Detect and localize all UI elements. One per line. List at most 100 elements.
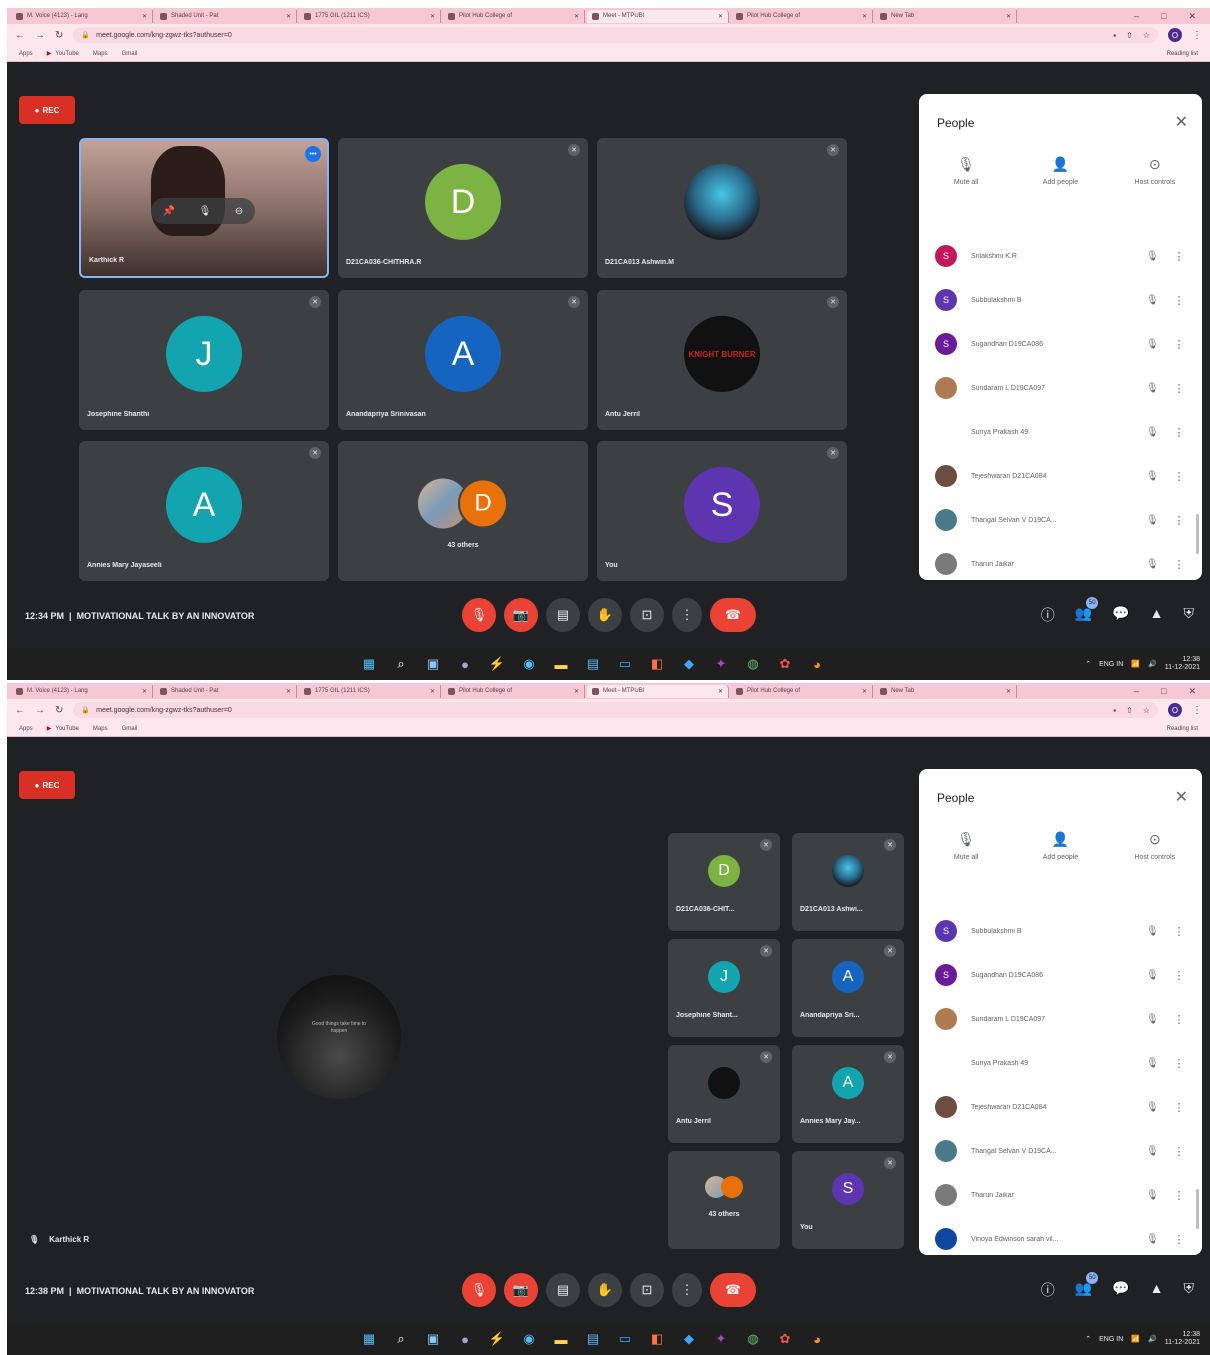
tab-close-icon[interactable]: ✕ xyxy=(142,688,147,695)
browser-tab[interactable]: 1775 GIL (1211 ICS) ✕ xyxy=(299,9,441,23)
scrollbar[interactable] xyxy=(1196,514,1199,554)
chrome-icon[interactable]: ◍ xyxy=(743,654,763,674)
more-vert-icon[interactable]: ⋮ xyxy=(1172,1145,1186,1158)
tile-more-icon[interactable]: ••• xyxy=(305,146,321,162)
store-icon[interactable]: ▤ xyxy=(583,654,603,674)
volume-icon[interactable]: 🔊 xyxy=(1148,660,1157,668)
maximize-icon[interactable]: □ xyxy=(1161,686,1166,697)
others-tile[interactable]: D 43 others xyxy=(338,441,588,581)
browser-tab[interactable]: Shaded Unit - Pat ✕ xyxy=(155,9,297,23)
more-vert-icon[interactable]: ⋮ xyxy=(1172,294,1186,307)
mic-off-icon[interactable]: 🎙 xyxy=(1146,1190,1172,1201)
close-window-icon[interactable]: ✕ xyxy=(1188,11,1196,22)
profile-avatar[interactable]: O xyxy=(1168,703,1182,717)
add-people-button[interactable]: 👤 Add people xyxy=(1013,156,1107,186)
tab-close-icon[interactable]: ✕ xyxy=(574,688,579,695)
browser-tab[interactable]: Pilot Hub College of ✕ xyxy=(731,9,873,23)
participant-row[interactable]: Tharun Jaikar 🎙 ⋮ xyxy=(919,1173,1202,1217)
browser-tab[interactable]: M. Voice (4123) - Lang ✕ xyxy=(11,9,153,23)
host-controls-icon[interactable]: ⛨ xyxy=(1184,1280,1195,1300)
end-call-button[interactable]: ☎ xyxy=(710,598,756,632)
mic-off-icon[interactable]: 🎙 xyxy=(1146,515,1172,526)
tray-expand-icon[interactable]: ⌃ xyxy=(1085,1335,1091,1343)
chat-app-icon[interactable]: ● xyxy=(455,654,475,674)
close-icon[interactable]: ✕ xyxy=(1175,112,1188,132)
mic-icon[interactable]: 🎙 xyxy=(199,206,212,217)
more-vert-icon[interactable]: ⋮ xyxy=(1172,338,1186,351)
back-icon[interactable]: ← xyxy=(15,705,25,716)
more-vert-icon[interactable]: ⋮ xyxy=(1172,1189,1186,1202)
mic-off-icon[interactable]: 🎙 xyxy=(1146,339,1172,350)
participant-row[interactable]: Suriya Prakash 49 🎙 ⋮ xyxy=(919,410,1202,454)
file-explorer-icon[interactable]: ▬ xyxy=(551,1329,571,1349)
more-vert-icon[interactable]: ⋮ xyxy=(1172,925,1186,938)
reading-list[interactable]: Reading list xyxy=(1167,726,1198,732)
bookmark-star-icon[interactable]: ☆ xyxy=(1143,31,1150,40)
tab-close-icon[interactable]: ✕ xyxy=(862,13,867,20)
tab-close-icon[interactable]: ✕ xyxy=(718,688,723,695)
participant-tile-you[interactable]: ✕ S You xyxy=(792,1151,904,1249)
app-icon[interactable]: ◕ xyxy=(807,1329,827,1349)
more-options-icon[interactable]: ⊖ xyxy=(235,206,243,217)
mic-off-icon[interactable]: 🎙 xyxy=(1146,251,1172,262)
minimize-icon[interactable]: – xyxy=(1134,11,1139,22)
mail-icon[interactable]: ▭ xyxy=(615,654,635,674)
add-people-button[interactable]: 👤 Add people xyxy=(1013,831,1107,861)
people-button[interactable]: 👥 50 xyxy=(1075,1272,1099,1300)
url-input[interactable]: 🔒 meet.google.com/kng-zgwz-tks?authuser=… xyxy=(73,702,1158,718)
participant-row[interactable]: S Subbulakshmi B 🎙 ⋮ xyxy=(919,909,1202,953)
search-icon[interactable]: ⌕ xyxy=(391,654,411,674)
tab-close-icon[interactable]: ✕ xyxy=(430,688,435,695)
more-vert-icon[interactable]: ⋮ xyxy=(1172,470,1186,483)
participant-row[interactable]: Tejeshwaran D21CA084 🎙 ⋮ xyxy=(919,454,1202,498)
more-options-button[interactable]: ⋮ xyxy=(672,1273,702,1307)
participant-tile[interactable]: ✕ D D21CA036-CHIT... xyxy=(668,833,780,931)
camera-toggle-button[interactable]: 📷 xyxy=(504,1273,538,1307)
edge-icon[interactable]: ◉ xyxy=(519,1329,539,1349)
bookmark-apps[interactable]: Apps xyxy=(19,726,33,732)
scrollbar[interactable] xyxy=(1196,1189,1199,1229)
participant-tile[interactable]: ✕ J Josephine Shanthi xyxy=(79,290,329,430)
app-icon[interactable]: ✦ xyxy=(711,1329,731,1349)
mic-off-icon[interactable]: 🎙 xyxy=(1146,383,1172,394)
participant-row[interactable]: Tejeshwaran D21CA084 🎙 ⋮ xyxy=(919,1085,1202,1129)
more-vert-icon[interactable]: ⋮ xyxy=(1172,1057,1186,1070)
browser-menu-icon[interactable]: ⋮ xyxy=(1192,705,1202,716)
participant-row[interactable]: Suriya Prakash 49 🎙 ⋮ xyxy=(919,1041,1202,1085)
bookmark-apps[interactable]: Apps xyxy=(19,51,33,57)
participant-tile[interactable]: ✕ D21CA013 Ashwi... xyxy=(792,833,904,931)
host-controls-button[interactable]: ⊙ Host controls xyxy=(1108,831,1202,861)
office-icon[interactable]: ◧ xyxy=(647,1329,667,1349)
participant-tile-you[interactable]: ✕ S You xyxy=(597,441,847,581)
mic-off-icon[interactable]: 🎙 xyxy=(1146,1234,1172,1245)
reload-icon[interactable]: ↻ xyxy=(55,30,63,41)
bookmark-youtube[interactable]: YouTube xyxy=(55,726,79,732)
file-explorer-icon[interactable]: ▬ xyxy=(551,654,571,674)
raise-hand-button[interactable]: ✋ xyxy=(588,598,622,632)
end-call-button[interactable]: ☎ xyxy=(710,1273,756,1307)
close-window-icon[interactable]: ✕ xyxy=(1188,686,1196,697)
chat-icon[interactable]: 💬 xyxy=(1112,1280,1129,1300)
lang-indicator[interactable]: ENG IN xyxy=(1099,661,1123,668)
app-icon[interactable]: ✿ xyxy=(775,1329,795,1349)
mic-off-icon[interactable]: 🎙 xyxy=(1146,1146,1172,1157)
forward-icon[interactable]: → xyxy=(35,30,45,41)
more-vert-icon[interactable]: ⋮ xyxy=(1172,250,1186,263)
participant-row[interactable]: Sundaram L D19CA097 🎙 ⋮ xyxy=(919,366,1202,410)
more-vert-icon[interactable]: ⋮ xyxy=(1172,558,1186,571)
people-button[interactable]: 👥 50 xyxy=(1075,597,1099,625)
task-view-icon[interactable]: ▣ xyxy=(423,654,443,674)
present-button[interactable]: ⊡ xyxy=(630,598,664,632)
participant-tile[interactable]: ✕ D D21CA036-CHITHRA.R xyxy=(338,138,588,278)
camera-indicator-icon[interactable]: ▪ xyxy=(1113,706,1116,715)
participant-row[interactable]: Sundaram L D19CA097 🎙 ⋮ xyxy=(919,997,1202,1041)
tab-close-icon[interactable]: ✕ xyxy=(286,688,291,695)
mic-toggle-button[interactable]: 🎙 xyxy=(462,598,496,632)
search-icon[interactable]: ⌕ xyxy=(391,1329,411,1349)
browser-tab[interactable]: Pilot Hub College of ✕ xyxy=(443,684,585,698)
more-vert-icon[interactable]: ⋮ xyxy=(1172,426,1186,439)
tray-expand-icon[interactable]: ⌃ xyxy=(1085,660,1091,668)
mail-icon[interactable]: ▭ xyxy=(615,1329,635,1349)
browser-menu-icon[interactable]: ⋮ xyxy=(1192,30,1202,41)
store-icon[interactable]: ▤ xyxy=(583,1329,603,1349)
